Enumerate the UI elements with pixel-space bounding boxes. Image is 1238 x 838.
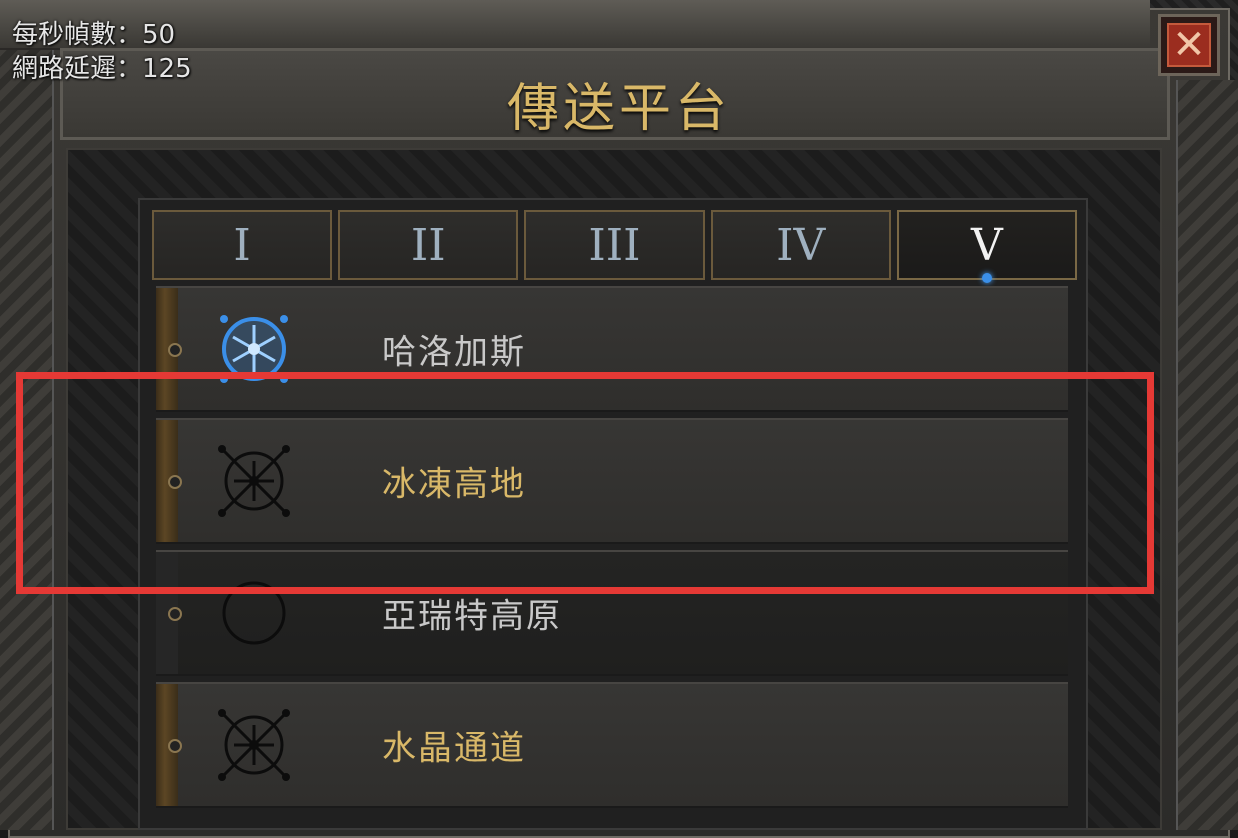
waypoint-name: 亞瑞特高原	[382, 596, 562, 637]
waypoint-icon	[218, 709, 290, 781]
right-ornament	[1176, 80, 1238, 830]
tab-act-5[interactable]: V	[896, 210, 1078, 283]
tab-act-2[interactable]: II	[338, 210, 519, 280]
performance-overlay: 每秒幀數：50 網路延遲：125	[12, 18, 192, 86]
waypoint-name: 水晶通道	[382, 728, 526, 769]
waypoint-name: 哈洛加斯	[382, 332, 526, 373]
tab-act-4[interactable]: IV	[710, 210, 891, 280]
row-knob	[168, 343, 182, 357]
active-tab-indicator	[981, 273, 992, 283]
row-knob	[168, 739, 182, 753]
close-button[interactable]: ✕	[1158, 14, 1220, 76]
highlight-box	[16, 372, 1154, 594]
tab-act-3[interactable]: III	[524, 210, 705, 280]
row-knob	[168, 607, 182, 621]
waypoint-row[interactable]: 水晶通道	[156, 682, 1068, 808]
latency-readout: 網路延遲：125	[12, 54, 192, 84]
tab-label: V	[971, 219, 1003, 271]
tab-act-1[interactable]: I	[152, 210, 333, 280]
close-icon: ✕	[1167, 23, 1211, 67]
act-tabs: I II III IV V	[152, 210, 1078, 283]
fps-readout: 每秒幀數：50	[12, 20, 176, 50]
